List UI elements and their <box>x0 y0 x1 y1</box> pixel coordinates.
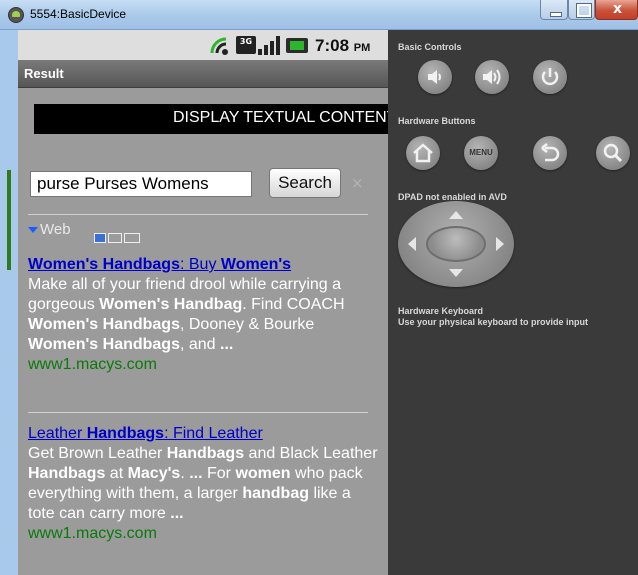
menu-icon: MENU <box>469 148 493 157</box>
status-bar: 3G 7:08 PM <box>18 30 388 60</box>
dpad-down-icon <box>449 269 463 277</box>
signal-icon <box>258 36 282 55</box>
clear-icon[interactable]: × <box>351 174 364 192</box>
battery-icon <box>286 38 308 53</box>
app-title-bar: Result <box>18 60 388 88</box>
maximize-button[interactable] <box>568 0 595 20</box>
sync-icon <box>210 37 228 55</box>
emulator-control-panel: Basic Controls Hardware Buttons MENU DPA… <box>388 30 638 575</box>
web-label: Web <box>40 221 71 238</box>
back-button[interactable] <box>533 136 567 170</box>
dpad-right-icon <box>496 237 504 251</box>
divider <box>28 214 368 215</box>
textual-content-banner: DISPLAY TEXTUAL CONTENT <box>34 104 388 134</box>
search-input[interactable]: purse Purses Womens <box>30 171 252 197</box>
clock-time: 7:08 <box>315 36 350 55</box>
view-mode-icon[interactable] <box>94 233 150 243</box>
volume-down-button[interactable] <box>418 60 452 94</box>
network-3g-icon: 3G <box>236 36 256 54</box>
volume-up-icon <box>483 69 501 85</box>
hardware-keyboard-hint: Use your physical keyboard to provide in… <box>398 317 589 327</box>
result-title-link[interactable]: Leather Handbags: Find Leather <box>28 424 378 444</box>
minimize-button[interactable] <box>540 0 568 20</box>
dpad-left-icon <box>408 237 416 251</box>
home-icon <box>413 143 433 163</box>
hardware-keyboard-title: Hardware Keyboard <box>398 306 484 316</box>
result-url: www1.macys.com <box>28 356 157 373</box>
dpad-up-icon <box>449 211 463 219</box>
search-result: Leather Handbags: Find Leather Get Brown… <box>28 424 378 544</box>
menu-button[interactable]: MENU <box>464 136 498 170</box>
result-title-link[interactable]: Women's Handbags: Buy Women's <box>28 255 378 275</box>
result-url: www1.macys.com <box>28 525 157 542</box>
power-button[interactable] <box>533 60 567 94</box>
volume-down-icon <box>428 70 441 84</box>
result-snippet: Get Brown Leather Handbags and Black Lea… <box>28 445 378 522</box>
window-title: 5554:BasicDevice <box>30 7 127 21</box>
dpad <box>398 201 514 287</box>
phone-screen: 3G 7:08 PM Result DISPLAY TEXTUAL CONTEN… <box>18 30 388 575</box>
expand-triangle-icon <box>28 227 38 234</box>
search-icon <box>603 143 623 163</box>
hardware-buttons-label: Hardware Buttons <box>398 116 476 126</box>
web-section-toggle[interactable]: Web <box>28 221 71 238</box>
basic-controls-label: Basic Controls <box>398 42 462 52</box>
close-icon: x <box>612 1 623 17</box>
result-snippet: Make all of your friend drool while carr… <box>28 276 345 353</box>
banner-text: DISPLAY TEXTUAL CONTENT <box>173 109 388 126</box>
clock-ampm: PM <box>353 42 371 54</box>
app-title: Result <box>24 66 64 81</box>
emulator-app-icon <box>8 7 24 23</box>
back-icon <box>541 143 560 162</box>
window-frame-left <box>0 30 18 575</box>
search-button[interactable]: Search <box>269 168 341 198</box>
search-result: Women's Handbags: Buy Women's Make all o… <box>28 255 378 375</box>
home-button[interactable] <box>406 136 440 170</box>
window-titlebar: 5554:BasicDevice x <box>0 0 638 30</box>
close-button[interactable]: x <box>595 0 638 20</box>
power-icon <box>541 68 559 86</box>
volume-up-button[interactable] <box>475 60 509 94</box>
dpad-center-button[interactable] <box>426 226 486 262</box>
clock: 7:08 PM <box>315 36 370 56</box>
search-key-button[interactable] <box>596 136 630 170</box>
divider <box>28 412 368 413</box>
